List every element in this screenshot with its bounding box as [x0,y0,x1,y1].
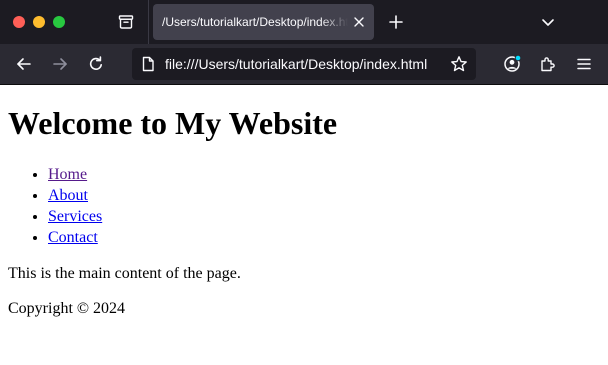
tab-manager-icon [117,13,135,31]
close-icon [353,16,365,28]
navigation-toolbar: file:///Users/tutorialkart/Desktop/index… [0,44,608,85]
back-icon [15,55,33,73]
back-button[interactable] [12,52,36,76]
list-item: Home [48,164,600,185]
main-content-text: This is the main content of the page. [8,265,241,282]
page-viewport: Welcome to My Website Home About Service… [0,85,608,365]
footer-copyright: Copyright © 2024 [8,300,126,317]
menu-icon [576,56,592,72]
page-icon [141,56,155,72]
app-menu-button[interactable] [572,52,596,76]
chevron-down-icon [540,14,556,30]
tab-close-button[interactable] [350,13,368,31]
reload-icon [87,55,105,73]
bookmark-star-icon [450,55,468,73]
extensions-button[interactable] [536,52,560,76]
address-bar[interactable]: file:///Users/tutorialkart/Desktop/index… [132,48,476,80]
reload-button[interactable] [84,52,108,76]
tab-title: /Users/tutorialkart/Desktop/index.html [162,15,348,29]
list-item: Contact [48,227,600,248]
extensions-icon [539,55,557,73]
window-close-button[interactable] [13,16,25,28]
browser-window: /Users/tutorialkart/Desktop/index.html f… [0,0,608,365]
tab-strip-divider [148,0,149,44]
forward-button[interactable] [48,52,72,76]
tab-active[interactable]: /Users/tutorialkart/Desktop/index.html [153,4,374,40]
window-zoom-button[interactable] [53,16,65,28]
bookmark-button[interactable] [448,53,470,75]
url-text[interactable]: file:///Users/tutorialkart/Desktop/index… [165,56,448,72]
forward-icon [51,55,69,73]
window-minimize-button[interactable] [33,16,45,28]
new-tab-button[interactable] [384,10,408,34]
tab-manager-button[interactable] [114,10,138,34]
services-link[interactable]: Services [48,208,102,225]
account-icon [502,54,522,74]
list-item: Services [48,206,600,227]
page-heading: Welcome to My Website [8,105,338,141]
account-button[interactable] [500,52,524,76]
list-all-tabs-button[interactable] [536,10,560,34]
home-link[interactable]: Home [48,166,87,183]
tab-strip: /Users/tutorialkart/Desktop/index.html [0,0,608,44]
contact-link[interactable]: Contact [48,229,98,246]
nav-link-list: Home About Services Contact [8,164,600,248]
about-link[interactable]: About [48,187,88,204]
list-item: About [48,185,600,206]
plus-icon [388,14,404,30]
